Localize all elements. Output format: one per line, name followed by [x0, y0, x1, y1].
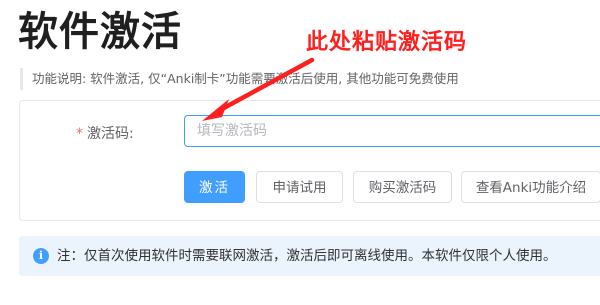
info-icon: i — [33, 248, 49, 264]
paste-annotation: 此处粘贴激活码 — [306, 30, 468, 55]
notice-text: 注：仅首次使用软件时需要联网激活，激活后即可离线使用。本软件仅限个人使用。 — [57, 248, 557, 264]
activate-button[interactable]: 激活 — [184, 171, 245, 203]
activation-code-input[interactable] — [184, 115, 600, 147]
apply-trial-button[interactable]: 申请试用 — [256, 171, 343, 203]
feature-description: 功能说明: 软件激活, 仅“Anki制卡”功能需要激活后使用, 其他功能可免费使… — [20, 68, 459, 90]
activation-card: *激活码: 激活 申请试用 购买激活码 查看Anki功能介绍 — [19, 100, 600, 221]
notice-bar: i 注：仅首次使用软件时需要联网激活，激活后即可离线使用。本软件仅限个人使用。 — [19, 236, 600, 276]
code-label: * 激活码: — [76, 123, 134, 145]
buy-code-button[interactable]: 购买激活码 — [353, 171, 452, 203]
view-anki-features-button[interactable]: 查看Anki功能介绍 — [461, 171, 600, 203]
required-mark: * — [76, 126, 83, 142]
page-title: 软件激活 — [18, 9, 182, 55]
code-label-text: 激活码: — [87, 126, 134, 142]
